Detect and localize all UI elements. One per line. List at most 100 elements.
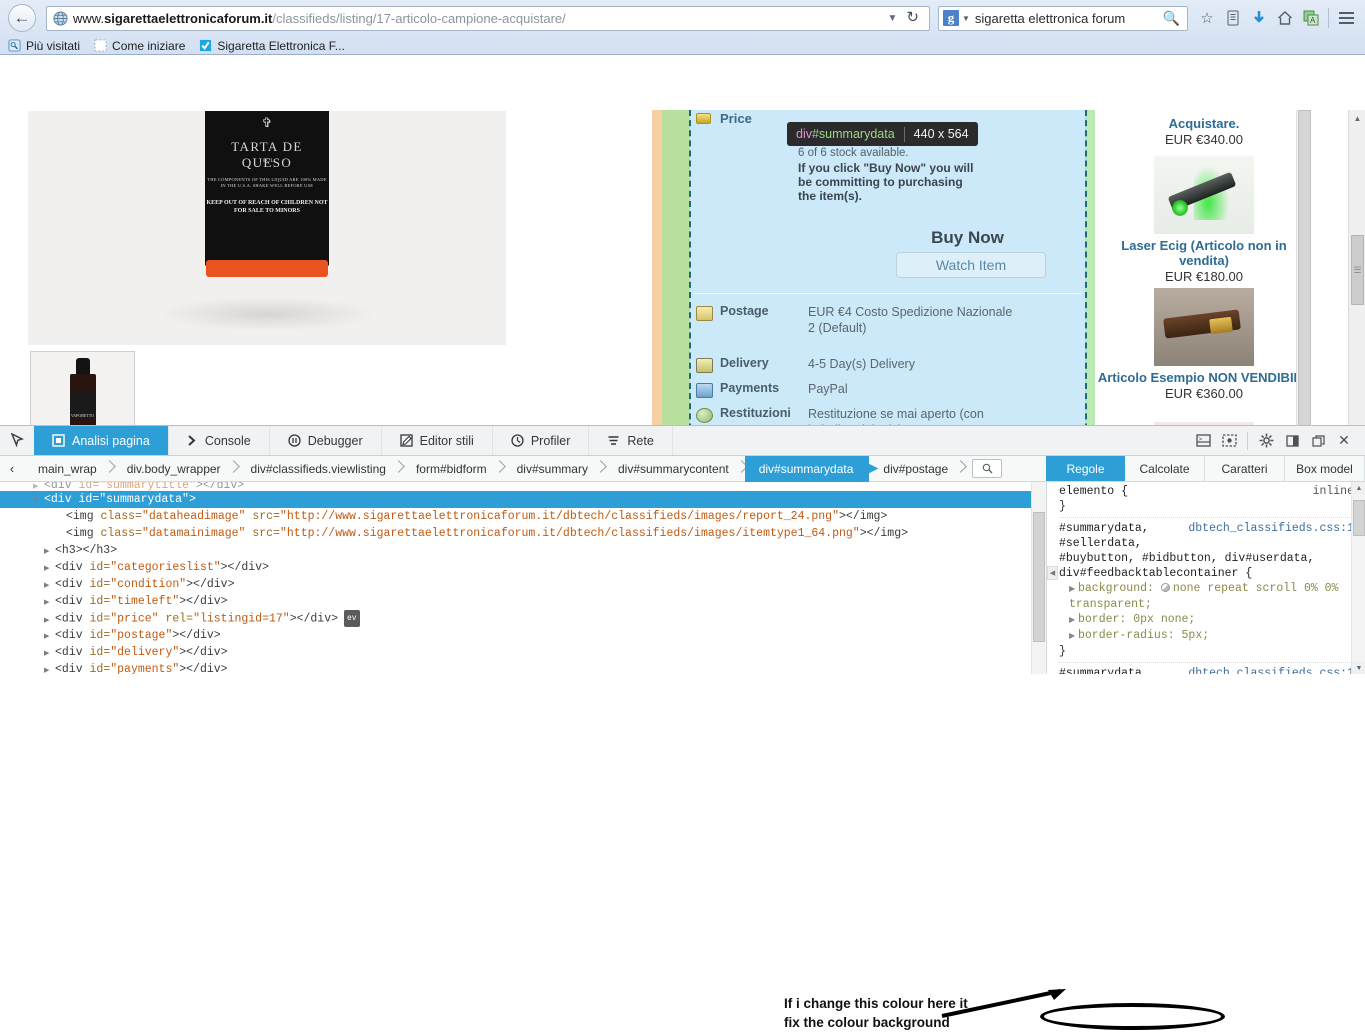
markup-line-selected[interactable]: ▼ <div id="summarydata">: [0, 491, 1045, 508]
scroll-up-arrow-icon[interactable]: ▲: [1349, 110, 1365, 127]
breadcrumb-item-main-wrap[interactable]: main_wrap: [24, 456, 113, 482]
listing-title[interactable]: Laser Ecig (Articolo non in vendita): [1096, 238, 1312, 268]
tab-regole[interactable]: Regole: [1046, 456, 1125, 481]
css-rule[interactable]: elemento {inline}: [1059, 484, 1354, 518]
chevron-down-icon[interactable]: ▼: [881, 13, 905, 24]
star-icon[interactable]: ☆: [1194, 5, 1220, 31]
split-console-icon[interactable]: >_: [1190, 428, 1216, 454]
tab-editor-stili[interactable]: Editor stili: [382, 426, 493, 455]
sidebar-scrollbar[interactable]: [1296, 110, 1311, 425]
google-engine-icon[interactable]: g: [943, 10, 959, 26]
markup-line[interactable]: ▶ <div id="categorieslist"></div>: [0, 559, 1045, 576]
declaration-twisty-icon[interactable]: ▶: [1069, 582, 1078, 597]
watch-item-button[interactable]: Watch Item: [896, 252, 1046, 278]
rules-scrollbar-thumb[interactable]: [1353, 500, 1365, 536]
breadcrumb-item-summary[interactable]: div#summary: [503, 456, 604, 482]
download-icon[interactable]: [1246, 5, 1272, 31]
declaration-twisty-icon[interactable]: ▶: [1069, 613, 1078, 628]
markup-line[interactable]: ▶ <div id="payments"></div>: [0, 661, 1045, 674]
tab-analisi-pagina[interactable]: Analisi pagina: [34, 426, 169, 455]
markup-line[interactable]: <img class="datamainimage" src="http://w…: [0, 525, 1045, 542]
search-bar[interactable]: g ▼ sigaretta elettronica forum 🔍: [938, 5, 1188, 31]
dock-side-icon[interactable]: [1279, 428, 1305, 454]
search-icon[interactable]: [972, 459, 1003, 478]
search-input[interactable]: sigaretta elettronica forum: [975, 11, 1163, 26]
back-button[interactable]: ←: [8, 4, 36, 32]
settings-gear-icon[interactable]: [1253, 428, 1279, 454]
engine-chevron-icon[interactable]: ▼: [959, 14, 975, 23]
reading-list-icon[interactable]: [1220, 5, 1246, 31]
sidebar-scrollbar-thumb[interactable]: [1298, 110, 1311, 425]
css-selector[interactable]: #buybutton, #bidbutton, div#userdata,: [1059, 551, 1314, 566]
rules-scroll-down-icon[interactable]: ▼: [1352, 662, 1365, 674]
tab-profiler[interactable]: Profiler: [493, 426, 590, 455]
css-source-file[interactable]: dbtech_classifieds.css:1: [1188, 521, 1354, 536]
articolo-esempio-image[interactable]: [1154, 288, 1254, 366]
tab-rete[interactable]: Rete: [589, 426, 673, 455]
markup-line[interactable]: ▶ <h3></h3>: [0, 542, 1045, 559]
event-badge[interactable]: ev: [344, 610, 360, 627]
product-thumbnail[interactable]: VAPORETTO: [30, 351, 135, 425]
rules-scroll-left-icon[interactable]: ◀: [1047, 566, 1058, 580]
bookmark-sigaretta[interactable]: Sigaretta Elettronica F...: [199, 39, 345, 53]
breadcrumb-item-classifieds[interactable]: div#classifieds.viewlisting: [237, 456, 402, 482]
markup-line[interactable]: ▶ <div id="summarytitle"></div>: [0, 482, 1045, 491]
breadcrumb-scroll-left-icon[interactable]: ‹: [0, 461, 24, 476]
twisty-collapsed-icon[interactable]: ▶: [33, 484, 44, 491]
translate-icon[interactable]: A: [1298, 5, 1324, 31]
reload-icon[interactable]: ↻: [904, 8, 925, 28]
page-scrollbar-thumb[interactable]: ☰: [1351, 235, 1364, 305]
markup-line[interactable]: ▶ <div id="timeleft"></div>: [0, 593, 1045, 610]
css-value[interactable]: 5px;: [1182, 629, 1210, 642]
tab-box-model[interactable]: Box model: [1285, 456, 1365, 481]
markup-tree[interactable]: ▶ <div id="summarytitle"></div> ▼ <div id="…: [0, 482, 1045, 674]
css-rule[interactable]: #summarydata, dbtech_classifieds.css:1 #se…: [1059, 521, 1354, 663]
tab-caratteri[interactable]: Caratteri: [1205, 456, 1285, 481]
listing-item[interactable]: Articolo Esempio NON VENDIBILE EUR €360.…: [1096, 288, 1312, 401]
twisty-collapsed-icon[interactable]: ▶: [44, 663, 55, 674]
home-icon[interactable]: [1272, 5, 1298, 31]
tab-calcolate[interactable]: Calcolate: [1125, 456, 1205, 481]
close-icon[interactable]: ✕: [1331, 428, 1357, 454]
rules-scroll-up-icon[interactable]: ▲: [1352, 482, 1365, 494]
css-selector[interactable]: elemento {: [1059, 484, 1128, 499]
listing-item[interactable]: Laser Ecig (Articolo non in vendita) EUR…: [1096, 156, 1312, 284]
breadcrumb-item-body-wrapper[interactable]: div.body_wrapper: [113, 456, 237, 482]
css-declaration[interactable]: ▶ border: 0px none;: [1059, 612, 1354, 628]
listing-title[interactable]: Acquistare.: [1096, 116, 1312, 131]
product-main-image[interactable]: VAPORETTO LIQUIDOS DE CALIDAD EST. 2013 …: [28, 111, 506, 345]
bookmark-getting-started[interactable]: Come iniziare: [94, 39, 185, 53]
markup-scrollbar-thumb[interactable]: [1033, 512, 1045, 642]
element-picker-icon[interactable]: [0, 426, 34, 455]
breadcrumb-item-summarycontent[interactable]: div#summarycontent: [604, 456, 745, 482]
breadcrumb-item-bidform[interactable]: form#bidform: [402, 456, 503, 482]
css-declaration[interactable]: ▶ border-radius: 5px;: [1059, 628, 1354, 644]
breadcrumb-item-postage[interactable]: div#postage: [869, 456, 964, 482]
css-property[interactable]: border-radius:: [1078, 629, 1182, 642]
page-scrollbar[interactable]: ▲ ☰ ▼: [1348, 110, 1365, 425]
css-rules-pane[interactable]: elemento {inline} #summarydata, dbtech_cla…: [1046, 482, 1365, 674]
color-swatch-icon[interactable]: [1160, 583, 1170, 592]
buy-now-button[interactable]: Buy Now: [880, 228, 1055, 248]
hamburger-menu-icon[interactable]: [1333, 5, 1359, 31]
tab-debugger[interactable]: Debugger: [270, 426, 382, 455]
markup-line[interactable]: ▶ <div id="postage"></div>: [0, 627, 1045, 644]
declaration-twisty-icon[interactable]: ▶: [1069, 629, 1078, 644]
tab-console[interactable]: Console: [169, 426, 270, 455]
css-selector[interactable]: #summarydata,: [1059, 521, 1149, 536]
markup-line[interactable]: ▶ <div id="delivery"></div>: [0, 644, 1045, 661]
listing-title[interactable]: Articolo Esempio NON VENDIBILE: [1096, 370, 1312, 385]
markup-line[interactable]: ▶ <div id="price" rel="listingid=17"></di…: [0, 610, 1045, 627]
screenshot-icon[interactable]: [1216, 428, 1242, 454]
separate-window-icon[interactable]: [1305, 428, 1331, 454]
css-selector[interactable]: #sellerdata,: [1059, 536, 1142, 551]
url-bar[interactable]: www.sigarettaelettronicaforum.it/classif…: [46, 5, 930, 31]
css-declaration[interactable]: ▶ background: none repeat scroll 0% 0% tr…: [1059, 581, 1354, 612]
search-icon[interactable]: 🔍: [1163, 10, 1183, 27]
laser-ecig-image[interactable]: [1154, 156, 1254, 234]
breadcrumb-item-summarydata[interactable]: div#summarydata: [744, 455, 870, 482]
markup-scrollbar[interactable]: [1031, 482, 1045, 674]
css-value[interactable]: 0px none;: [1133, 613, 1195, 626]
markup-line[interactable]: <img class="dataheadimage" src="http://w…: [0, 508, 1045, 525]
css-selector[interactable]: div#feedbacktablecontainer {: [1059, 566, 1252, 581]
